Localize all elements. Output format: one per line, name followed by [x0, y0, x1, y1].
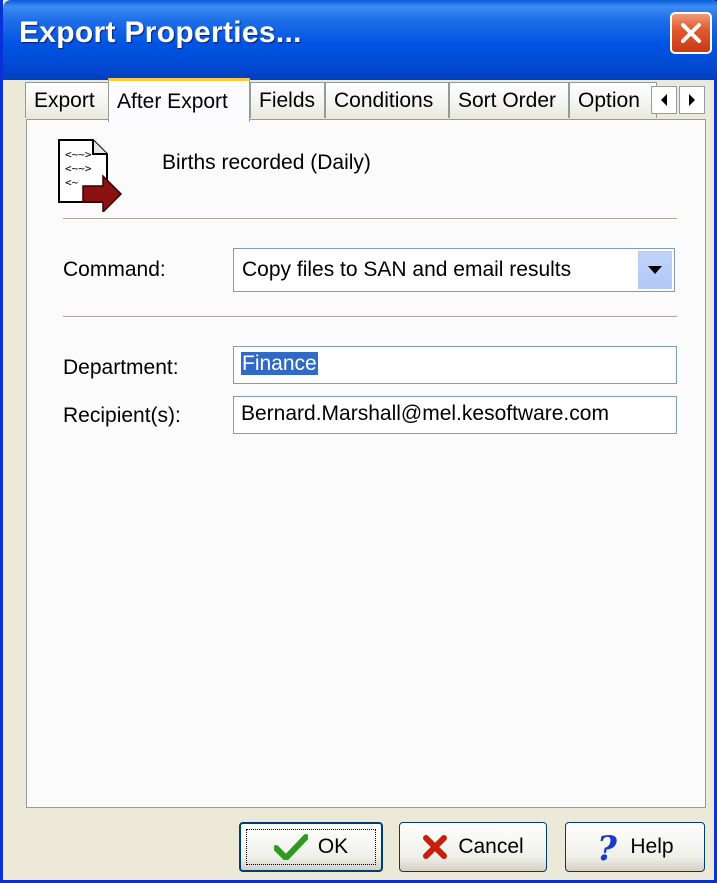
tab-scroll-left-button[interactable]	[651, 86, 677, 114]
tab-after-export[interactable]: After Export	[108, 78, 250, 122]
help-button[interactable]: ? Help	[565, 822, 705, 872]
svg-text:?: ?	[597, 831, 618, 863]
tab-conditions[interactable]: Conditions	[325, 82, 449, 118]
export-name: Births recorded (Daily)	[162, 151, 371, 174]
separator-middle	[63, 316, 677, 319]
export-properties-dialog: Export Properties... Export After Export…	[0, 0, 717, 883]
recipients-field[interactable]: Bernard.Marshall@mel.kesoftware.com	[233, 396, 677, 434]
cancel-button[interactable]: Cancel	[399, 822, 547, 872]
department-value: Finance	[241, 352, 318, 375]
help-label: Help	[630, 835, 674, 858]
window-title: Export Properties...	[19, 16, 302, 49]
tab-scroll-right-button[interactable]	[679, 86, 705, 114]
checkmark-icon	[273, 834, 308, 860]
tab-export[interactable]: Export	[25, 82, 109, 118]
after-export-panel: <~~> <~~> <~ Births recorded (Daily) Com…	[26, 119, 706, 808]
close-button[interactable]	[670, 12, 712, 54]
recipients-value: Bernard.Marshall@mel.kesoftware.com	[241, 402, 609, 425]
export-document-icon: <~~> <~~> <~	[58, 139, 123, 212]
close-icon	[681, 23, 701, 43]
title-bar[interactable]: Export Properties...	[3, 0, 717, 80]
department-field[interactable]: Finance	[233, 346, 677, 384]
tab-strip: Export After Export Fields Conditions So…	[25, 78, 665, 122]
cancel-label: Cancel	[458, 835, 524, 858]
svg-text:<~~>: <~~>	[65, 162, 92, 175]
tab-sort-order[interactable]: Sort Order	[449, 82, 569, 118]
chevron-down-icon	[648, 266, 662, 274]
svg-text:<~~>: <~~>	[65, 148, 92, 161]
recipients-label: Recipient(s):	[63, 404, 181, 427]
department-label: Department:	[63, 356, 179, 379]
tab-scroll-arrows	[651, 86, 705, 114]
separator-top	[63, 218, 677, 221]
tab-fields[interactable]: Fields	[250, 82, 325, 118]
focus-rectangle	[246, 829, 376, 865]
question-mark-icon: ?	[597, 831, 618, 863]
triangle-right-icon	[689, 94, 695, 106]
command-select[interactable]: Copy files to SAN and email results	[233, 248, 675, 292]
command-label: Command:	[63, 258, 166, 281]
x-mark-icon	[423, 835, 448, 859]
tab-options[interactable]: Option	[569, 82, 657, 118]
svg-text:<~: <~	[65, 176, 79, 189]
triangle-left-icon	[661, 94, 667, 106]
command-dropdown-button[interactable]	[638, 251, 672, 289]
command-value: Copy files to SAN and email results	[242, 258, 572, 281]
ok-label: OK	[317, 835, 349, 858]
ok-button[interactable]: OK	[239, 822, 383, 872]
